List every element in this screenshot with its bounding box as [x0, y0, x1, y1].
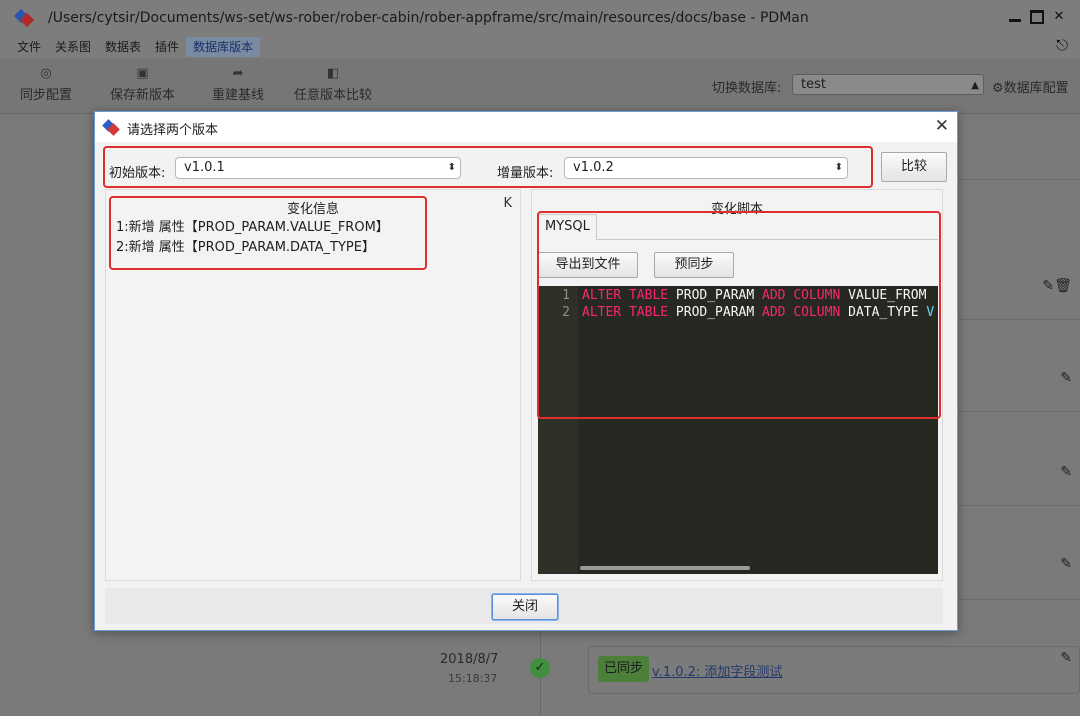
edit-icon[interactable]: ✎: [1042, 278, 1054, 294]
version-time: 15:18:37: [448, 672, 498, 685]
compare-any-label: 任意版本比较: [294, 88, 373, 103]
version-date: 2018/8/7: [440, 652, 499, 667]
maximize-icon[interactable]: [1030, 10, 1044, 24]
edit-icon[interactable]: ✎: [1060, 464, 1072, 480]
menu-plugins[interactable]: 插件: [148, 37, 186, 57]
close-window-icon[interactable]: ✕: [1052, 10, 1066, 24]
menu-tables[interactable]: 数据表: [98, 37, 148, 57]
sync-config-button[interactable]: ◎ 同步配置: [20, 66, 72, 103]
save-version-label: 保存新版本: [110, 88, 176, 103]
sync-config-label: 同步配置: [20, 88, 73, 103]
window-title: /Users/cytsir/Documents/ws-set/ws-rober/…: [48, 10, 809, 26]
compare-any-button[interactable]: ◧ 任意版本比较: [294, 66, 372, 103]
switch-db-label: 切换数据库:: [712, 81, 782, 96]
menu-bar: 文件 关系图 数据表 插件 数据库版本: [0, 36, 1080, 58]
share-arrow-icon: ➦: [232, 66, 244, 81]
edit-icon[interactable]: ✎: [1060, 370, 1072, 386]
menu-db-version[interactable]: 数据库版本: [186, 37, 261, 57]
script-highlight-box: [537, 211, 941, 419]
gear-icon: ⚙: [992, 81, 1004, 96]
pdman-logo-icon: [102, 118, 121, 136]
close-icon[interactable]: ✕: [935, 116, 949, 136]
save-version-button[interactable]: ▣ 保存新版本: [110, 66, 175, 103]
db-config-label: 数据库配置: [1003, 81, 1069, 96]
synced-badge: 已同步: [598, 656, 650, 682]
sync-icon: ◎: [40, 66, 52, 81]
edit-icon[interactable]: ✎: [1060, 556, 1072, 572]
pdman-logo-icon: [13, 7, 36, 29]
dialog-footer: 关闭: [105, 588, 943, 624]
version-link[interactable]: v.1.0.2: 添加字段测试: [652, 661, 782, 680]
rebuild-baseline-label: 重建基线: [212, 88, 265, 103]
title-bar: /Users/cytsir/Documents/ws-set/ws-rober/…: [0, 0, 1080, 36]
db-config-button[interactable]: ⚙数据库配置: [992, 77, 1069, 96]
version-highlight-box: [103, 146, 873, 188]
collapse-icon[interactable]: K: [503, 196, 512, 211]
dialog-header: 请选择两个版本 ✕: [95, 112, 957, 142]
compare-button[interactable]: 比较: [881, 152, 947, 182]
compare-icon: ◧: [326, 66, 340, 81]
menu-relationship[interactable]: 关系图: [48, 37, 98, 57]
db-select[interactable]: test ▲: [792, 74, 984, 95]
changes-highlight-box: [109, 196, 427, 270]
rebuild-baseline-button[interactable]: ➦ 重建基线: [212, 66, 264, 103]
dialog-title: 请选择两个版本: [127, 123, 219, 138]
select-arrows-icon: ▲: [971, 80, 979, 91]
compare-versions-dialog: 请选择两个版本 ✕ 初始版本: v1.0.1 ⬍ 增量版本: v1.0.2 ⬍ …: [94, 111, 958, 631]
save-icon: ▣: [136, 66, 149, 81]
window-controls: ✕: [1008, 10, 1066, 24]
toolbar: ◎ 同步配置 ▣ 保存新版本 ➦ 重建基线 ◧ 任意版本比较 切换数据库: te…: [0, 58, 1080, 114]
edit-icon[interactable]: ✎: [1060, 650, 1072, 666]
trash-icon[interactable]: 🗑: [1054, 278, 1072, 294]
check-icon: ✓: [530, 658, 550, 678]
menu-file[interactable]: 文件: [10, 37, 48, 57]
horizontal-scrollbar[interactable]: [580, 566, 750, 570]
close-button[interactable]: 关闭: [492, 594, 558, 620]
minimize-icon[interactable]: [1008, 10, 1022, 24]
db-select-value: test: [801, 77, 826, 92]
logout-icon[interactable]: ⎋: [1056, 36, 1068, 54]
